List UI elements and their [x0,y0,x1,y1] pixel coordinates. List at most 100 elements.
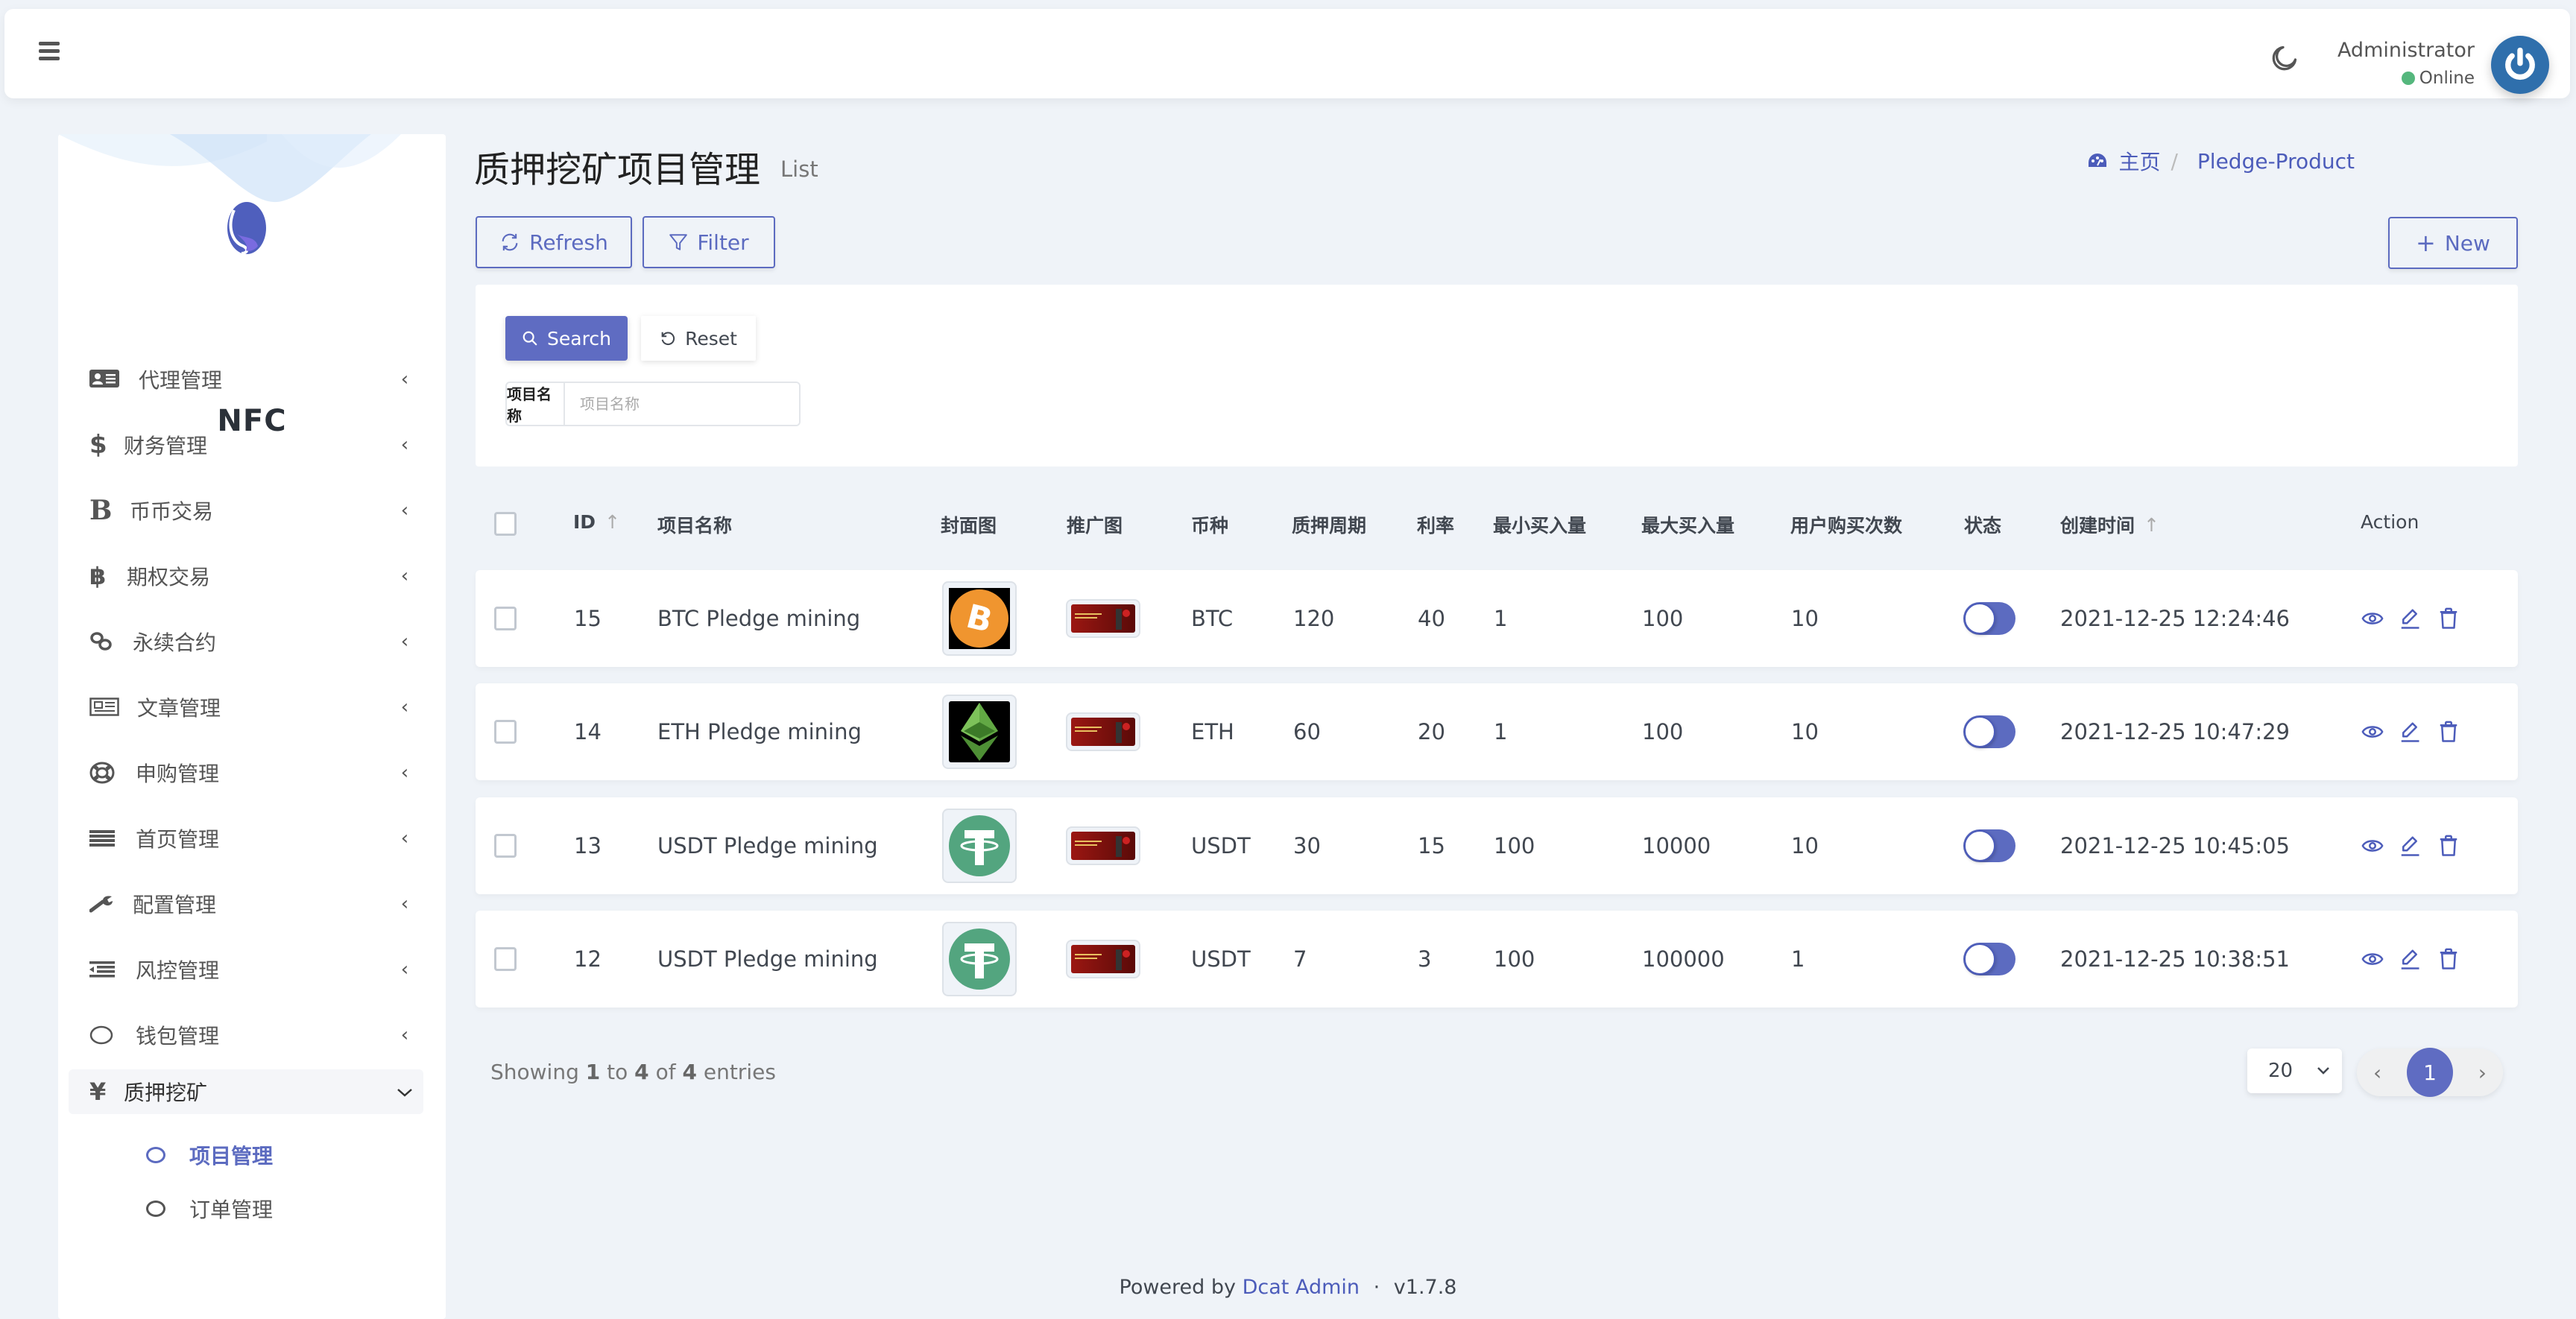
promo-image[interactable] [1066,826,1140,865]
column-label: 推广图 [1067,515,1123,537]
tether-logo-icon [949,815,1010,876]
cell-created: 2021-12-25 10:38:51 [2060,946,2290,972]
row-checkbox[interactable] [494,720,517,744]
column-label: 封面图 [941,515,997,537]
table-row: 15 BTC Pledge mining B BTC 120 40 1 100 … [476,570,2518,667]
filter-button[interactable]: Filter [643,216,775,268]
breadcrumb-current[interactable]: Pledge-Product [2197,149,2355,174]
sidebar-item-config[interactable]: 配置管理 ‹ [69,873,423,934]
cell-period: 120 [1293,606,1335,631]
column-header-created[interactable]: 创建时间 ↑ [2060,511,2159,538]
cover-image[interactable]: B [942,581,1017,656]
sort-arrow-icon[interactable]: ↑ [2144,514,2159,536]
edit-pencil-icon[interactable] [2399,948,2421,970]
status-toggle[interactable] [1963,715,2015,748]
view-eye-icon[interactable] [2361,948,2384,970]
row-checkbox[interactable] [494,607,517,630]
promo-image[interactable] [1066,940,1140,978]
sort-arrow-icon[interactable]: ↑ [604,511,620,533]
yen-icon: ¥ [89,1078,107,1106]
search-button[interactable]: Search [505,316,628,361]
plus-icon: + [2416,229,2436,257]
status-toggle[interactable] [1963,602,2015,635]
sidebar-item-label: 代理管理 [139,368,223,393]
cell-max: 100 [1642,719,1684,744]
sidebar-item-subscription[interactable]: 申购管理 ‹ [69,742,423,803]
sidebar-item-label: 币币交易 [130,499,214,524]
cell-min: 100 [1494,833,1535,858]
sidebar-item-agent[interactable]: 代理管理 ‹ [69,349,423,410]
cell-times: 1 [1791,946,1805,972]
cell-max: 10000 [1642,833,1711,858]
dcat-admin-link[interactable]: Dcat Admin [1243,1276,1360,1299]
row-checkbox[interactable] [494,834,517,858]
per-page-select[interactable]: 20 [2247,1048,2342,1093]
cell-rate: 40 [1418,606,1445,631]
column-label: 利率 [1417,515,1455,537]
sidebar-item-pledge-mining[interactable]: ¥ 质押挖矿 [69,1069,423,1114]
prev-page-button[interactable]: ‹ [2373,1060,2381,1085]
delete-trash-icon[interactable] [2437,721,2460,743]
cell-currency: USDT [1191,833,1251,858]
column-header-rate: 利率 [1417,511,1454,538]
sidebar-item-finance[interactable]: $ 财务管理 ‹ [69,414,423,475]
sidebar-item-perpetual[interactable]: 永续合约 ‹ [69,611,423,672]
edit-pencil-icon[interactable] [2399,607,2421,630]
avatar[interactable] [2491,36,2549,94]
user-name[interactable]: Administrator [2337,39,2475,62]
project-name-input[interactable] [565,383,799,425]
breadcrumb-home-link[interactable]: 主页 [2118,146,2160,176]
sidebar-subitem-orders[interactable]: 订单管理 [58,1186,446,1231]
cover-image[interactable] [942,922,1017,996]
sidebar-item-label: 永续合约 [133,630,217,655]
cover-image[interactable] [942,809,1017,883]
cover-image[interactable] [942,695,1017,769]
column-header-id[interactable]: ID ↑ [573,511,620,533]
page-subtitle: List [780,156,818,182]
chevron-left-icon: ‹ [400,762,409,784]
sidebar-item-options[interactable]: ฿ 期权交易 ‹ [69,545,423,607]
status-toggle[interactable] [1963,829,2015,862]
view-eye-icon[interactable] [2361,835,2384,857]
page-button-current[interactable]: 1 [2407,1048,2453,1097]
sidebar-subitem-project[interactable]: 项目管理 [58,1133,446,1177]
sidebar-item-articles[interactable]: 文章管理 ‹ [69,677,423,738]
column-label: 最小买入量 [1493,515,1587,537]
refresh-button[interactable]: Refresh [476,216,632,268]
next-page-button[interactable]: › [2478,1060,2487,1085]
chevron-left-icon: ‹ [400,696,409,718]
row-checkbox[interactable] [494,947,517,971]
view-eye-icon[interactable] [2361,721,2384,743]
sidebar-item-label: 配置管理 [133,893,217,917]
promo-image[interactable] [1066,599,1140,638]
b-letter-icon: B [89,495,113,526]
view-eye-icon[interactable] [2361,607,2384,630]
edit-pencil-icon[interactable] [2399,721,2421,743]
reset-button[interactable]: Reset [641,316,756,361]
status-toggle[interactable] [1963,943,2015,975]
id-card-icon [89,368,122,390]
edit-pencil-icon[interactable] [2399,835,2421,857]
online-dot-icon [2401,72,2415,85]
bars-icon [89,830,122,847]
hamburger-icon[interactable] [39,42,60,61]
moon-icon[interactable] [2267,43,2299,76]
delete-trash-icon[interactable] [2437,607,2460,630]
delete-trash-icon[interactable] [2437,835,2460,857]
search-icon [523,331,537,346]
filter-icon [669,234,688,250]
summary-text: to [607,1060,628,1084]
sidebar-item-risk[interactable]: 风控管理 ‹ [69,939,423,1000]
pagination: ‹ 1 › [2357,1048,2503,1097]
sidebar-item-label: 申购管理 [136,762,220,786]
select-all-checkbox[interactable] [494,512,517,536]
delete-trash-icon[interactable] [2437,948,2460,970]
cell-id: 13 [574,833,602,858]
column-header-name: 项目名称 [657,511,732,538]
sidebar-item-wallet[interactable]: 钱包管理 ‹ [69,1005,423,1066]
cell-id: 14 [574,719,602,744]
new-button[interactable]: + New [2388,217,2518,269]
promo-image[interactable] [1066,712,1140,751]
sidebar-item-spot-trading[interactable]: B 币币交易 ‹ [69,480,423,541]
sidebar-item-homepage[interactable]: 首页管理 ‹ [69,808,423,869]
